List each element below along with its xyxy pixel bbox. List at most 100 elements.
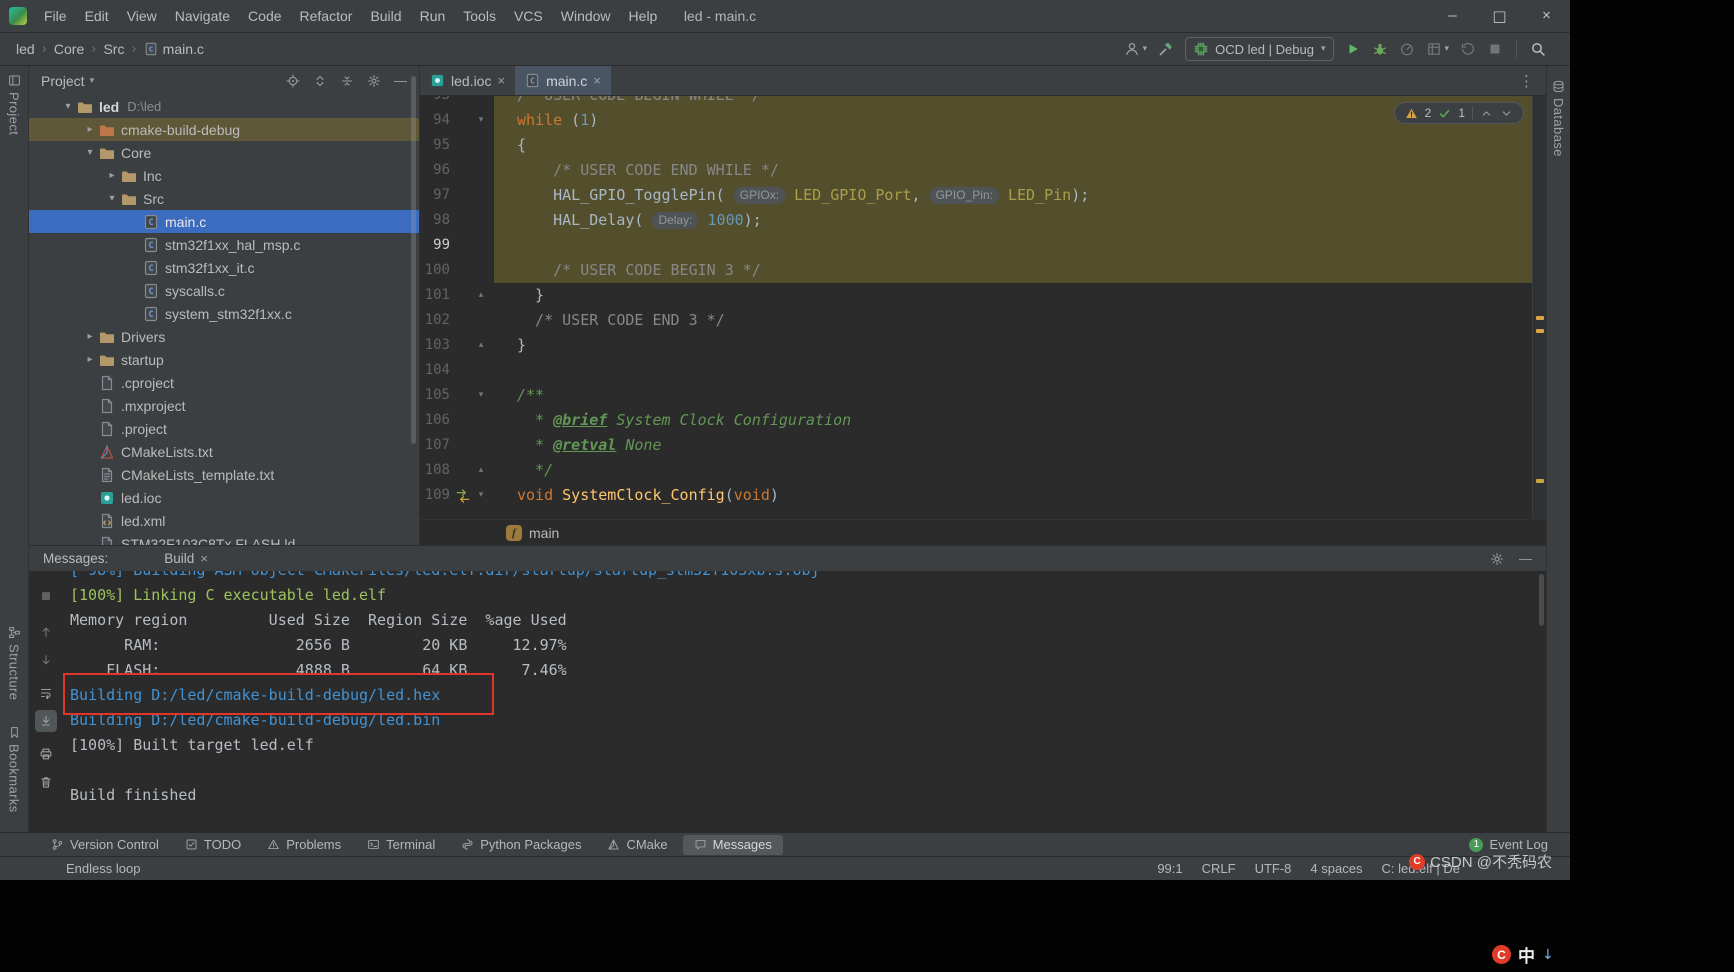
breadcrumb-function[interactable]: main bbox=[529, 525, 559, 541]
stop-button[interactable] bbox=[35, 585, 57, 607]
build-tab[interactable]: Build × bbox=[164, 551, 208, 566]
tree-item-cmake-build-debug[interactable]: ▸cmake-build-debug bbox=[29, 118, 419, 141]
fold-marker-icon[interactable]: ▴ bbox=[472, 458, 490, 483]
run-configuration-select[interactable]: OCD led | Debug ▾ bbox=[1185, 37, 1334, 61]
error-stripe[interactable] bbox=[1532, 96, 1546, 519]
gutter-line-102[interactable]: 102 bbox=[420, 308, 494, 333]
related-symbol-icon[interactable] bbox=[454, 483, 472, 508]
tab-options-icon[interactable]: ⋮ bbox=[1507, 66, 1546, 95]
gear-icon[interactable] bbox=[1490, 552, 1504, 566]
fold-marker-icon[interactable]: ▴ bbox=[472, 333, 490, 358]
rerun-icon[interactable] bbox=[1460, 41, 1476, 57]
breadcrumb-item-main.c[interactable]: Cmain.c bbox=[144, 41, 204, 57]
gutter-line-106[interactable]: 106 bbox=[420, 408, 494, 433]
menu-vcs[interactable]: VCS bbox=[505, 0, 552, 32]
tree-item-main.c[interactable]: Cmain.c bbox=[29, 210, 419, 233]
gutter-line-93[interactable]: 93 bbox=[420, 96, 494, 108]
tree-item-startup[interactable]: ▸startup bbox=[29, 348, 419, 371]
stripe-button-project[interactable]: Project bbox=[0, 74, 28, 135]
hide-panel-icon[interactable]: — bbox=[1519, 551, 1532, 566]
chevron-down-icon[interactable]: ▾ bbox=[103, 193, 121, 204]
gutter-line-95[interactable]: 95 bbox=[420, 133, 494, 158]
gutter-line-107[interactable]: 107 bbox=[420, 433, 494, 458]
toolwindow-button-todo[interactable]: TODO bbox=[174, 835, 252, 855]
close-icon[interactable]: × bbox=[200, 552, 208, 565]
clear-all-button[interactable] bbox=[35, 771, 57, 793]
fold-marker-icon[interactable]: ▾ bbox=[472, 383, 490, 408]
chevron-down-icon[interactable]: ▾ bbox=[59, 101, 77, 112]
debug-button[interactable] bbox=[1372, 41, 1388, 57]
gutter-line-109[interactable]: 109▾ bbox=[420, 483, 494, 508]
menu-code[interactable]: Code bbox=[239, 0, 290, 32]
tree-item-stm32f1xx_hal_msp.c[interactable]: Cstm32f1xx_hal_msp.c bbox=[29, 233, 419, 256]
scroll-to-end-button[interactable] bbox=[35, 710, 57, 732]
user-menu[interactable]: ▾ bbox=[1124, 41, 1148, 57]
status-widget[interactable]: 4 spaces bbox=[1310, 861, 1362, 876]
tree-item-.project[interactable]: .project bbox=[29, 417, 419, 440]
locate-file-icon[interactable] bbox=[286, 74, 300, 88]
breadcrumb-item-Core[interactable]: Core bbox=[54, 41, 84, 57]
stripe-button-bookmarks[interactable]: Bookmarks bbox=[0, 726, 28, 813]
console-scrollbar[interactable] bbox=[1539, 574, 1544, 626]
toolwindow-button-terminal[interactable]: Terminal bbox=[356, 835, 446, 855]
tree-item-.cproject[interactable]: .cproject bbox=[29, 371, 419, 394]
print-button[interactable] bbox=[35, 743, 57, 765]
stop-button[interactable] bbox=[1487, 41, 1503, 57]
gutter-line-97[interactable]: 97 bbox=[420, 183, 494, 208]
passed-count[interactable]: 1 bbox=[1458, 106, 1465, 120]
tree-item-Core[interactable]: ▾Core bbox=[29, 141, 419, 164]
tree-item-.mxproject[interactable]: .mxproject bbox=[29, 394, 419, 417]
editor-body[interactable]: 93/* USER CODE BEGIN WHILE */94▾while (1… bbox=[420, 96, 1546, 519]
menu-tools[interactable]: Tools bbox=[454, 0, 505, 32]
status-widget[interactable]: CRLF bbox=[1202, 861, 1236, 876]
build-console[interactable]: [ 98%] Building ASM object CMakeFiles/le… bbox=[62, 571, 1536, 832]
menu-view[interactable]: View bbox=[118, 0, 166, 32]
menu-refactor[interactable]: Refactor bbox=[291, 0, 362, 32]
fold-marker-icon[interactable]: ▾ bbox=[472, 108, 490, 133]
stripe-button-structure[interactable]: Structure bbox=[0, 626, 28, 700]
down-arrow-button[interactable] bbox=[35, 649, 57, 671]
warning-count[interactable]: 2 bbox=[1425, 106, 1432, 120]
menu-navigate[interactable]: Navigate bbox=[166, 0, 239, 32]
gutter-line-104[interactable]: 104 bbox=[420, 358, 494, 383]
gutter-line-99[interactable]: 99 bbox=[420, 233, 494, 258]
breadcrumb-item-led[interactable]: led bbox=[16, 41, 35, 57]
status-widget[interactable]: UTF-8 bbox=[1255, 861, 1292, 876]
tree-item-Inc[interactable]: ▸Inc bbox=[29, 164, 419, 187]
toolwindow-button-messages[interactable]: Messages bbox=[683, 835, 783, 855]
gutter-line-103[interactable]: 103▴ bbox=[420, 333, 494, 358]
coverage-menu[interactable]: ▾ bbox=[1426, 41, 1449, 57]
run-button[interactable] bbox=[1345, 41, 1361, 57]
tree-item-Drivers[interactable]: ▸Drivers bbox=[29, 325, 419, 348]
fold-marker-icon[interactable]: ▴ bbox=[472, 283, 490, 308]
menu-help[interactable]: Help bbox=[620, 0, 667, 32]
close-button[interactable]: × bbox=[1523, 0, 1570, 32]
editor-tab-main.c[interactable]: Cmain.c× bbox=[515, 66, 611, 95]
gutter-line-108[interactable]: 108▴ bbox=[420, 458, 494, 483]
tree-item-CMakeLists_template.txt[interactable]: CMakeLists_template.txt bbox=[29, 463, 419, 486]
soft-wrap-button[interactable] bbox=[35, 682, 57, 704]
project-panel-title[interactable]: Project bbox=[41, 73, 85, 89]
gutter-line-105[interactable]: 105▾ bbox=[420, 383, 494, 408]
next-issue-icon[interactable] bbox=[1500, 107, 1513, 120]
tree-item-syscalls.c[interactable]: Csyscalls.c bbox=[29, 279, 419, 302]
chevron-right-icon[interactable]: ▸ bbox=[81, 331, 99, 342]
menu-file[interactable]: File bbox=[35, 0, 76, 32]
tree-item-led[interactable]: ▾ledD:\led bbox=[29, 95, 419, 118]
toolwindow-button-version-control[interactable]: Version Control bbox=[40, 835, 170, 855]
toolwindow-button-problems[interactable]: Problems bbox=[256, 835, 352, 855]
menu-run[interactable]: Run bbox=[411, 0, 455, 32]
warning-mark[interactable] bbox=[1536, 329, 1544, 333]
prev-issue-icon[interactable] bbox=[1480, 107, 1493, 120]
tree-item-led.xml[interactable]: led.xml bbox=[29, 509, 419, 532]
chevron-right-icon[interactable]: ▸ bbox=[103, 170, 121, 181]
collapse-all-icon[interactable] bbox=[340, 74, 354, 88]
menu-edit[interactable]: Edit bbox=[76, 0, 118, 32]
warning-mark[interactable] bbox=[1536, 316, 1544, 320]
menu-window[interactable]: Window bbox=[552, 0, 620, 32]
status-widget[interactable]: 99:1 bbox=[1157, 861, 1182, 876]
warning-mark[interactable] bbox=[1536, 479, 1544, 483]
gutter-line-100[interactable]: 100 bbox=[420, 258, 494, 283]
tree-item-system_stm32f1xx.c[interactable]: Csystem_stm32f1xx.c bbox=[29, 302, 419, 325]
menu-build[interactable]: Build bbox=[361, 0, 410, 32]
